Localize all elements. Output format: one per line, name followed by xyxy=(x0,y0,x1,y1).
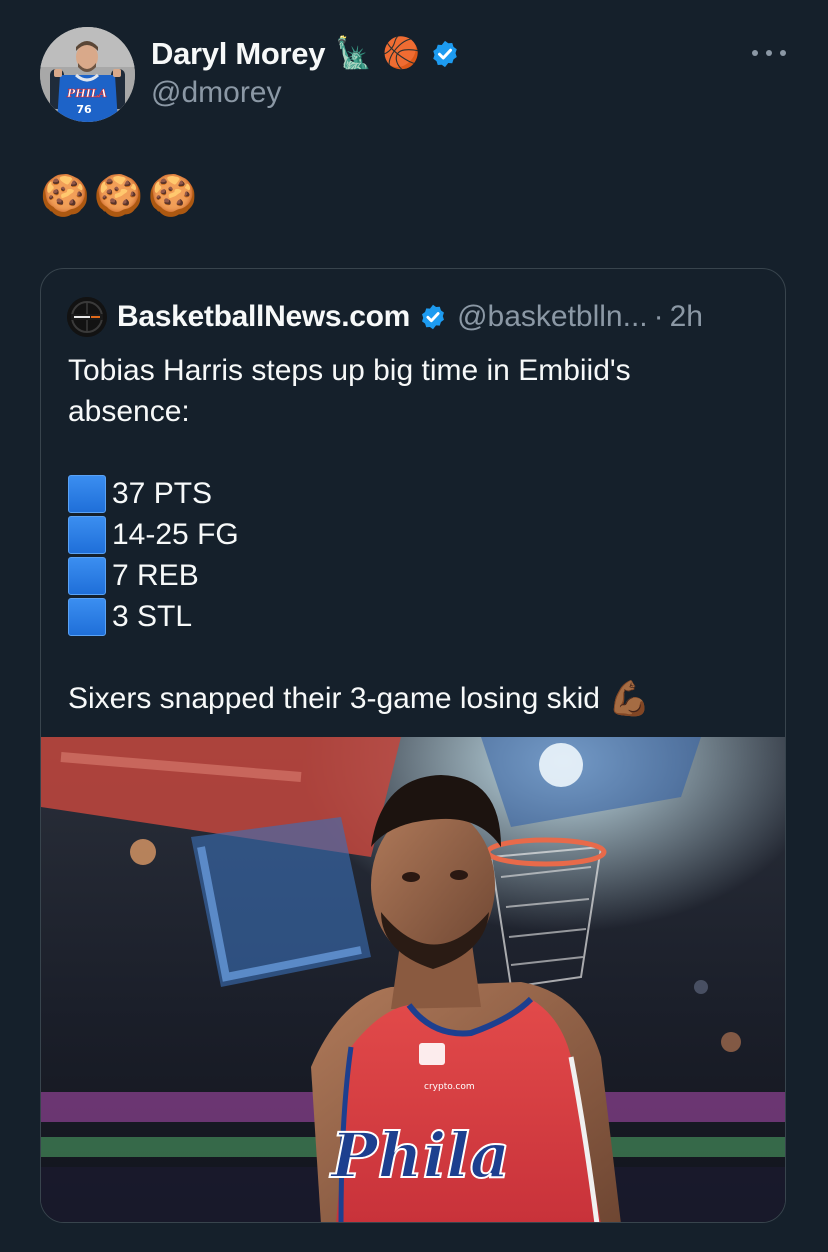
stat-item: 7 REB xyxy=(68,555,758,596)
verified-badge-icon[interactable] xyxy=(430,39,460,69)
jersey-team-text: Phila xyxy=(329,1119,510,1192)
jersey-sponsor-text: crypto.com xyxy=(424,1082,475,1092)
quoted-header: BasketballNews.com @basketblln... · 2h xyxy=(67,297,703,337)
author-display-name[interactable]: Daryl Morey xyxy=(151,36,325,72)
quoted-timestamp[interactable]: 2h xyxy=(670,300,703,334)
blue-square-icon xyxy=(68,597,106,636)
quoted-tweet[interactable]: BasketballNews.com @basketblln... · 2h T… xyxy=(40,268,786,1223)
more-dot xyxy=(752,50,758,56)
stat-item: 3 STL xyxy=(68,596,758,637)
avatar-jersey-text: PHILA xyxy=(66,87,108,100)
quoted-footer-text: Sixers snapped their 3-game losing skid xyxy=(68,682,600,715)
basketballnews-logo-icon[interactable] xyxy=(67,297,107,337)
stat-rebounds: 7 REB xyxy=(112,559,199,592)
stat-steals: 3 STL xyxy=(112,600,193,633)
author-avatar[interactable]: PHILA 76 xyxy=(40,27,135,122)
quoted-separator: · xyxy=(653,300,664,333)
tweet-text: 🍪🍪🍪 xyxy=(40,174,202,218)
stat-points: 37 PTS xyxy=(112,477,213,510)
verified-badge-icon xyxy=(422,304,445,330)
avatar-image: PHILA 76 xyxy=(40,27,135,122)
stat-item: 37 PTS xyxy=(68,473,758,514)
quoted-media-image[interactable]: crypto.com Phila xyxy=(41,737,785,1222)
statue-of-liberty-icon: 🗽 xyxy=(335,37,373,70)
quoted-text: Tobias Harris steps up big time in Embii… xyxy=(68,350,758,720)
player-photo: crypto.com Phila xyxy=(41,737,785,1222)
author-name-row: Daryl Morey 🗽 🏀 xyxy=(151,34,460,74)
stat-list: 37 PTS 14-25 FG 7 REB 3 STL xyxy=(68,473,758,637)
blue-square-icon xyxy=(68,474,106,513)
more-dot xyxy=(766,50,772,56)
author-handle[interactable]: @dmorey xyxy=(151,76,282,110)
flexed-biceps-icon: 💪🏾 xyxy=(607,680,651,718)
basketball-icon: 🏀 xyxy=(382,37,420,70)
tweet: PHILA 76 Daryl Morey 🗽 🏀 @dmorey 🍪🍪🍪 Bas… xyxy=(0,0,828,1252)
blue-square-icon xyxy=(68,556,106,595)
quoted-display-name[interactable]: BasketballNews.com xyxy=(117,300,410,334)
blue-square-icon xyxy=(68,515,106,554)
quoted-footer-line: Sixers snapped their 3-game losing skid 💪… xyxy=(68,678,758,720)
avatar-jersey-number: 76 xyxy=(76,103,92,116)
quoted-headline-line1: Tobias Harris steps up big time in Embii… xyxy=(68,354,631,387)
more-dot xyxy=(780,50,786,56)
stat-field-goals: 14-25 FG xyxy=(112,518,239,551)
more-options-icon[interactable] xyxy=(752,38,786,68)
quoted-headline-line2: absence: xyxy=(68,395,190,428)
quoted-handle[interactable]: @basketblln... xyxy=(457,300,648,334)
stat-item: 14-25 FG xyxy=(68,514,758,555)
